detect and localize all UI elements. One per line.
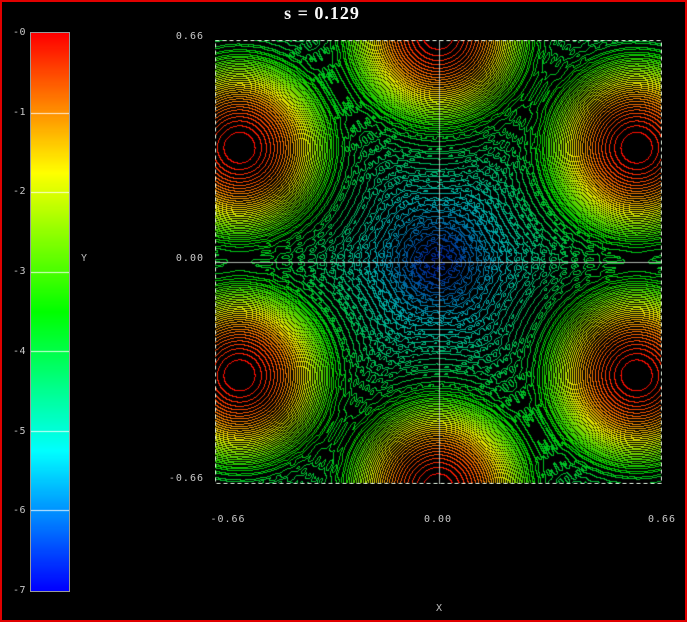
plot-title: s = 0.129 xyxy=(222,3,422,24)
colorbar-tick-label: -2 xyxy=(4,186,26,197)
colorbar-tick-label: -5 xyxy=(4,426,26,437)
colorbar-tick-label: -4 xyxy=(4,346,26,357)
colorbar-tick-label: -7 xyxy=(4,585,26,596)
colorbar-gradient xyxy=(30,32,70,592)
y-tick-label: 0.66 xyxy=(134,31,204,42)
y-tick-label: -0.66 xyxy=(134,473,204,484)
figure-frame: s = 0.129 -0 -1 -2 -3 -4 -5 -6 -7 Y 0.66… xyxy=(0,0,687,622)
colorbar-tick-label: -1 xyxy=(4,107,26,118)
y-axis-label: Y xyxy=(76,253,92,264)
colorbar-tick-label: -3 xyxy=(4,266,26,277)
y-tick-label: 0.00 xyxy=(134,253,204,264)
x-tick-label: 0.66 xyxy=(632,514,687,525)
x-tick-label: -0.66 xyxy=(198,514,258,525)
colorbar-tick-label: -6 xyxy=(4,505,26,516)
colorbar-tick-label: -0 xyxy=(4,27,26,38)
x-tick-label: 0.00 xyxy=(408,514,468,525)
x-axis-label: X xyxy=(419,603,459,614)
contour-plot-canvas xyxy=(215,40,662,484)
